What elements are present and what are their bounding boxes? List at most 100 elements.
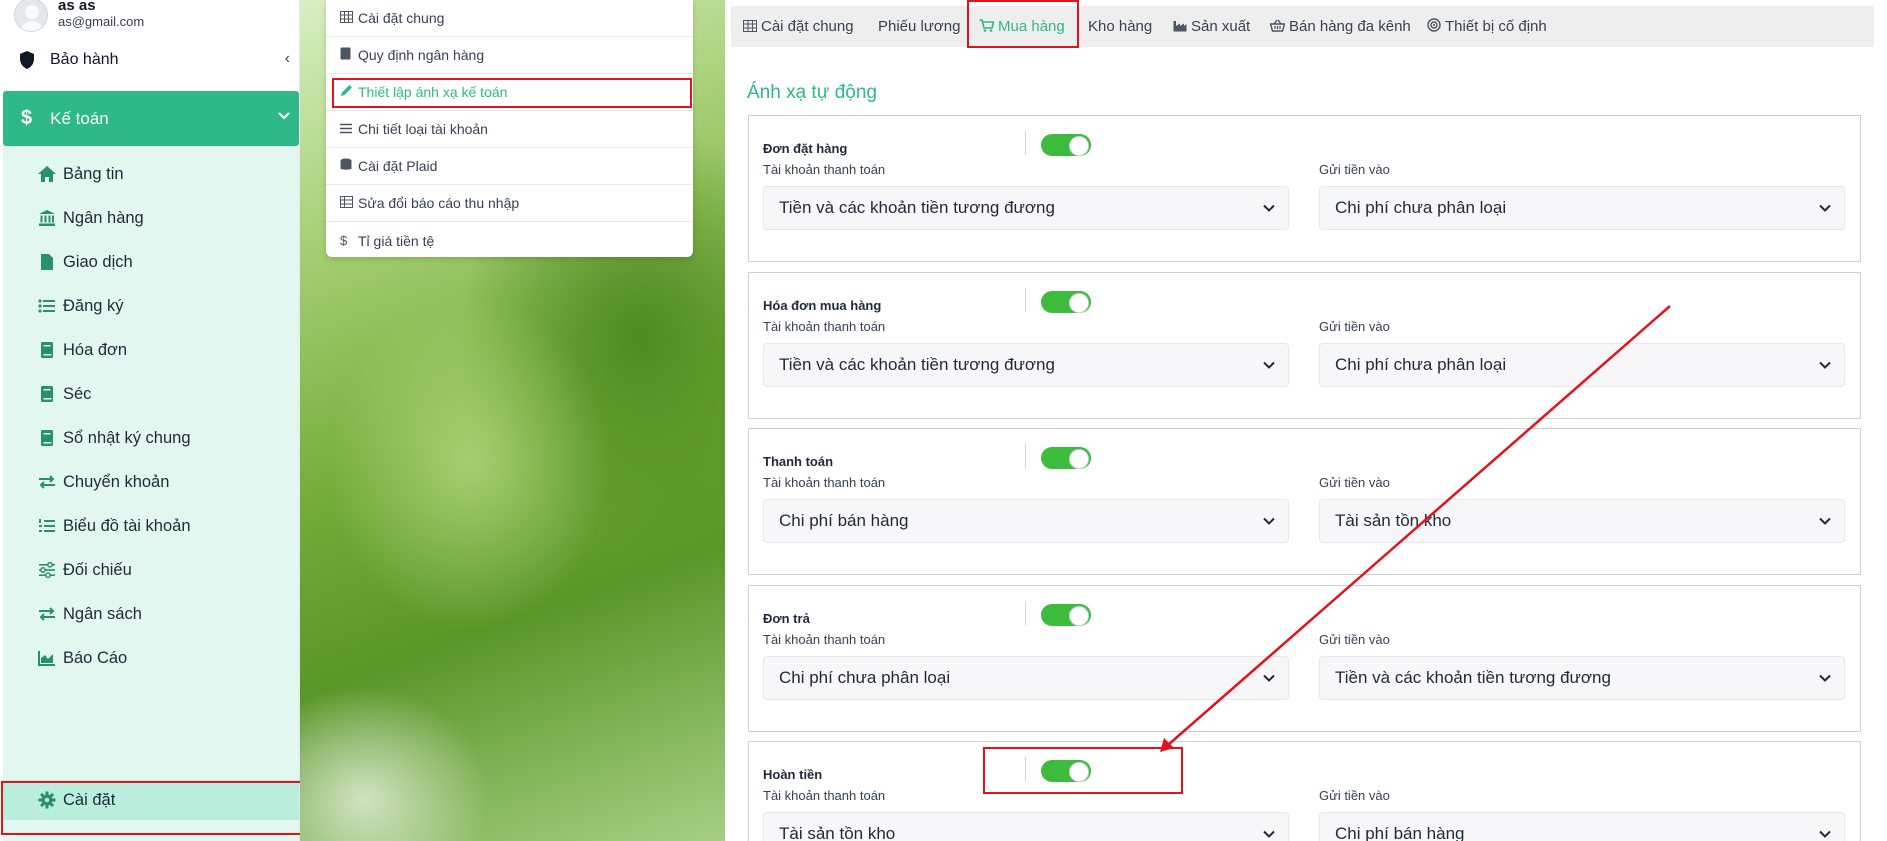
chevron-left-icon: ‹ [284,50,290,67]
home-icon [37,164,57,184]
tab-payroll[interactable]: Phiếu lương [878,6,960,47]
divider [1025,444,1026,468]
mapping-title: Thanh toán [763,454,834,469]
deposit-to-select[interactable]: Chi phí bán hàng [1319,812,1845,841]
tab-bar: Cài đặt chung Phiếu lương Mua hàng Kho h… [731,6,1874,47]
list-ordered-icon [37,516,57,536]
tab-label: Sản xuất [1191,18,1251,35]
deposit-to-select[interactable]: Tài sản tồn kho [1319,499,1845,543]
table-icon [743,19,757,35]
dollar-icon: $ [340,233,348,248]
sidebar: as as as@gmail.com Bảo hành ‹ $ Kế toán … [0,0,300,841]
sidebar-item-checks[interactable]: Séc [3,372,299,416]
sidebar-group-accounting[interactable]: $ Kế toán [3,91,299,146]
select-value: Tài sản tồn kho [779,824,896,841]
sidebar-item-label: Séc [63,384,92,403]
deposit-to-label: Gửi tiền vào [1319,319,1390,334]
payment-account-label: Tài khoản thanh toán [763,788,886,803]
book-icon [37,428,57,448]
list-icon [340,122,354,137]
select-value: Tiền và các khoản tiền tương đương [779,198,1055,217]
select-value: Tiền và các khoản tiền tương đương [1335,668,1611,687]
sidebar-item-subscriptions[interactable]: Đăng ký [3,284,299,328]
deposit-to-label: Gửi tiền vào [1319,788,1390,803]
settings-item-account-types[interactable]: Chi tiết loại tài khoản [326,111,693,148]
sidebar-item-reconcile[interactable]: Đối chiếu [3,548,299,592]
deposit-to-select[interactable]: Tiền và các khoản tiền tương đương [1319,656,1845,700]
settings-item-income-report[interactable]: Sửa đổi báo cáo thu nhập [326,185,693,222]
mapping-title: Hóa đơn mua hàng [763,298,882,313]
mapping-title: Đơn trả [763,611,810,626]
mapping-card-purchase-order: Đơn đặt hàng Tài khoản thanh toán Gửi ti… [748,115,1861,262]
chevron-down-icon [1263,830,1275,838]
annotation-highlight-purchasing-tab [967,0,1079,48]
settings-item-bank-rules[interactable]: Quy định ngân hàng [326,37,693,74]
sidebar-item-dashboard[interactable]: Bảng tin [3,152,299,196]
annotation-highlight-refund-toggle [983,747,1183,794]
sidebar-submenu: Bảng tin Ngân hàng Giao dịch Đăng ký Hóa… [3,146,299,841]
mapping-toggle[interactable] [1041,134,1091,156]
settings-item-currency-rates[interactable]: $ Tỉ giá tiền tệ [326,222,693,259]
mapping-toggle[interactable] [1041,604,1091,626]
payment-account-select[interactable]: Chi phí chưa phân loại [763,656,1289,700]
tab-manufacturing[interactable]: Sản xuất [1173,6,1250,47]
sidebar-item-label: Đăng ký [63,296,124,315]
sidebar-item-journal[interactable]: Sổ nhật ký chung [3,416,299,460]
sidebar-item-label: Hóa đơn [63,340,128,359]
payment-account-label: Tài khoản thanh toán [763,319,886,334]
target-icon [1427,18,1441,35]
sidebar-item-label: Bảng tin [63,164,124,183]
tab-label: Kho hàng [1088,18,1153,35]
book-icon [340,47,354,63]
divider [1025,131,1026,155]
payment-account-select[interactable]: Tài sản tồn kho [763,812,1289,841]
sidebar-item-bank[interactable]: Ngân hàng [3,196,299,240]
deposit-to-select[interactable]: Chi phí chưa phân loại [1319,343,1845,387]
shield-icon [20,51,34,69]
sidebar-item-transfer[interactable]: Chuyển khoản [3,460,299,504]
settings-item-general[interactable]: Cài đặt chung [326,0,693,37]
sidebar-item-warranty[interactable]: Bảo hành ‹ [18,46,294,74]
sidebar-item-label: Chuyển khoản [63,472,170,491]
mapping-card-return-order: Đơn trả Tài khoản thanh toán Gửi tiền và… [748,585,1861,732]
sidebar-item-label: Báo Cáo [63,648,128,667]
sidebar-item-reports[interactable]: Báo Cáo [3,636,299,680]
tab-inventory[interactable]: Kho hàng [1088,6,1152,47]
settings-item-label: Cài đặt chung [358,10,445,26]
sidebar-item-transactions[interactable]: Giao dịch [3,240,299,284]
basket-icon [1269,19,1286,35]
select-value: Tiền và các khoản tiền tương đương [779,355,1055,374]
tab-omnichannel[interactable]: Bán hàng đa kênh [1269,6,1411,47]
mapping-toggle[interactable] [1041,291,1091,313]
select-value: Chi phí chưa phân loại [779,668,951,687]
user-profile[interactable]: as as as@gmail.com [14,0,144,40]
mapping-toggle[interactable] [1041,447,1091,469]
payment-account-select[interactable]: Chi phí bán hàng [763,499,1289,543]
mapping-card-purchase-invoice: Hóa đơn mua hàng Tài khoản thanh toán Gử… [748,272,1861,419]
tab-fixed-assets[interactable]: Thiết bị cố định [1427,6,1547,47]
chevron-down-icon [1263,674,1275,682]
sidebar-item-budget[interactable]: Ngân sách [3,592,299,636]
chevron-down-icon [1263,517,1275,525]
tab-general[interactable]: Cài đặt chung [743,6,854,47]
sidebar-group-label: Kế toán [50,108,109,128]
database-icon [340,158,354,174]
tab-label: Bán hàng đa kênh [1289,18,1411,35]
payment-account-label: Tài khoản thanh toán [763,162,886,177]
chevron-down-icon [1819,830,1831,838]
payment-account-select[interactable]: Tiền và các khoản tiền tương đương [763,343,1289,387]
transfer-icon [37,604,57,624]
deposit-to-select[interactable]: Chi phí chưa phân loại [1319,186,1845,230]
file-icon [37,252,57,272]
settings-item-label: Cài đặt Plaid [358,158,438,174]
payment-account-select[interactable]: Tiền và các khoản tiền tương đương [763,186,1289,230]
select-value: Chi phí chưa phân loại [1335,355,1507,374]
chevron-down-icon [278,112,290,120]
select-value: Chi phí chưa phân loại [1335,198,1507,217]
settings-item-plaid[interactable]: Cài đặt Plaid [326,148,693,185]
tab-label: Phiếu lương [878,18,961,35]
sidebar-item-chart-of-accounts[interactable]: Biểu đồ tài khoản [3,504,299,548]
dollar-icon: $ [21,107,33,129]
sidebar-item-invoices[interactable]: Hóa đơn [3,328,299,372]
mapping-card-payment: Thanh toán Tài khoản thanh toán Gửi tiền… [748,428,1861,575]
